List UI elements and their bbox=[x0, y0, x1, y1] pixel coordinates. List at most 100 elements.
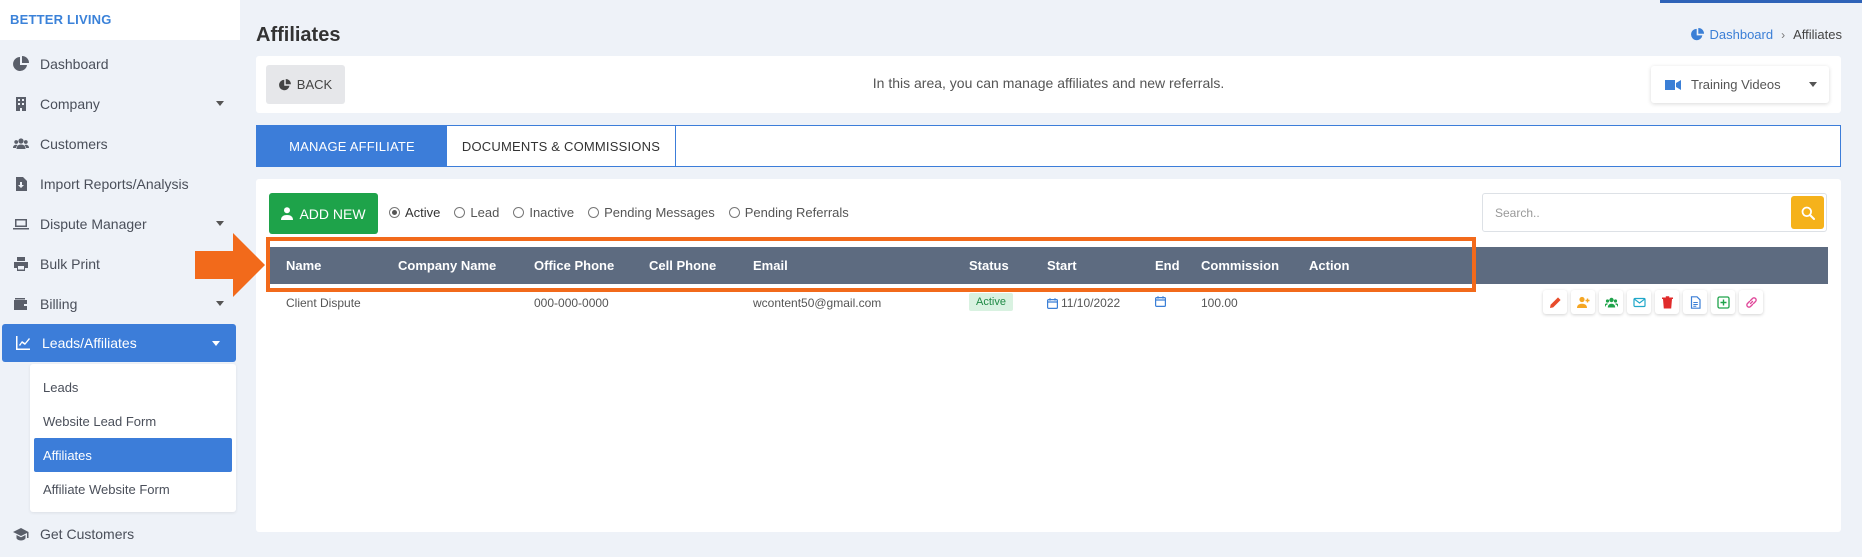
tab-bar: MANAGE AFFILIATE DOCUMENTS & COMMISSIONS bbox=[256, 125, 1841, 167]
sidebar-item-label: Import Reports/Analysis bbox=[40, 176, 189, 192]
breadcrumb-home-label: Dashboard bbox=[1709, 27, 1774, 42]
laptop-icon bbox=[12, 215, 30, 233]
filter-active-radio[interactable]: Active bbox=[389, 205, 440, 220]
radio-indicator bbox=[454, 207, 466, 218]
cell-commission: 100.00 bbox=[1201, 296, 1238, 310]
file-icon bbox=[1690, 295, 1701, 309]
edit-button[interactable] bbox=[1543, 290, 1567, 314]
users-icon bbox=[1604, 297, 1618, 307]
radio-indicator bbox=[513, 207, 525, 218]
training-videos-dropdown[interactable]: Training Videos bbox=[1651, 66, 1829, 103]
graduation-cap-icon bbox=[12, 525, 30, 543]
add-user-button[interactable] bbox=[1571, 290, 1595, 314]
search-input[interactable] bbox=[1483, 194, 1789, 231]
user-plus-icon bbox=[1576, 296, 1589, 308]
filter-inactive-radio[interactable]: Inactive bbox=[513, 205, 574, 220]
add-new-label: ADD NEW bbox=[299, 205, 366, 222]
filter-label: Inactive bbox=[529, 205, 575, 220]
row-actions bbox=[1543, 290, 1763, 314]
cell-office-phone: 000-000-0000 bbox=[534, 296, 609, 310]
sidebar-item-leads-affiliates[interactable]: Leads/Affiliates bbox=[2, 324, 236, 362]
breadcrumb-current: Affiliates bbox=[1793, 27, 1842, 42]
sidebar-item-company[interactable]: Company bbox=[0, 84, 240, 124]
calendar-icon bbox=[1155, 296, 1166, 307]
status-filter-group: Active Lead Inactive Pending Messages Pe… bbox=[389, 205, 849, 220]
sidebar-nav: Dashboard Company Customers Import Repor… bbox=[0, 40, 240, 554]
search-icon bbox=[1801, 206, 1815, 220]
filter-label: Active bbox=[405, 205, 441, 220]
page-title: Affiliates bbox=[256, 24, 341, 46]
search-button[interactable] bbox=[1791, 196, 1824, 229]
chevron-right-icon: › bbox=[1781, 27, 1786, 42]
file-import-icon bbox=[12, 175, 30, 193]
chevron-down-icon bbox=[216, 221, 224, 226]
pencil-icon bbox=[1549, 296, 1561, 308]
submenu-item-affiliates[interactable]: Affiliates bbox=[34, 438, 232, 472]
radio-indicator bbox=[389, 207, 400, 218]
top-accent-strip bbox=[1660, 0, 1862, 3]
chevron-down-icon bbox=[1809, 82, 1817, 87]
sidebar-item-label: Customers bbox=[40, 136, 108, 152]
tab-manage-affiliate[interactable]: MANAGE AFFILIATE bbox=[257, 126, 447, 166]
cell-name: Client Dispute bbox=[286, 296, 361, 310]
breadcrumb-dashboard-link[interactable]: Dashboard bbox=[1691, 27, 1773, 42]
sidebar-item-label: Company bbox=[40, 96, 100, 112]
building-icon bbox=[12, 95, 30, 113]
status-badge: Active bbox=[969, 293, 1013, 311]
plus-square-icon bbox=[1716, 295, 1730, 309]
link-button[interactable] bbox=[1739, 290, 1763, 314]
start-date: 11/10/2022 bbox=[1061, 296, 1121, 310]
add-button[interactable] bbox=[1711, 290, 1735, 314]
search-box bbox=[1482, 193, 1827, 232]
filter-label: Pending Referrals bbox=[744, 205, 849, 220]
info-bar: BACK In this area, you can manage affili… bbox=[256, 56, 1841, 113]
filter-pending-messages-radio[interactable]: Pending Messages bbox=[588, 205, 715, 220]
sidebar-item-label: Dispute Manager bbox=[40, 216, 147, 232]
breadcrumb: Dashboard › Affiliates bbox=[1691, 27, 1842, 42]
cell-start: 11/10/2022 bbox=[1047, 296, 1120, 310]
add-new-button[interactable]: ADD NEW bbox=[269, 193, 378, 234]
delete-button[interactable] bbox=[1655, 290, 1679, 314]
calendar-icon bbox=[1047, 297, 1058, 309]
video-camera-icon bbox=[1665, 79, 1681, 90]
trash-icon bbox=[1661, 295, 1673, 308]
annotation-arrow-icon bbox=[195, 233, 265, 297]
chevron-down-icon bbox=[216, 101, 224, 106]
sidebar-item-label: Get Customers bbox=[40, 526, 135, 542]
sidebar-item-dashboard[interactable]: Dashboard bbox=[0, 44, 240, 84]
filter-lead-radio[interactable]: Lead bbox=[454, 205, 499, 220]
training-videos-label: Training Videos bbox=[1691, 77, 1781, 92]
document-button[interactable] bbox=[1683, 290, 1707, 314]
sidebar-item-label: Bulk Print bbox=[40, 256, 100, 272]
user-icon bbox=[281, 207, 294, 220]
chart-line-icon bbox=[14, 334, 32, 352]
team-button[interactable] bbox=[1599, 290, 1623, 314]
radio-indicator bbox=[588, 207, 600, 218]
filter-pending-referrals-radio[interactable]: Pending Referrals bbox=[728, 205, 849, 220]
leads-affiliates-submenu: Leads Website Lead Form Affiliates Affil… bbox=[30, 364, 236, 512]
submenu-item-website-lead-form[interactable]: Website Lead Form bbox=[34, 404, 232, 438]
highlight-box bbox=[266, 237, 1476, 292]
filter-label: Lead bbox=[470, 205, 500, 220]
envelope-icon bbox=[1632, 297, 1646, 307]
affiliates-card: ADD NEW Active Lead Inactive Pending Mes… bbox=[256, 179, 1841, 532]
brand-logo-text[interactable]: BETTER LIVING bbox=[0, 0, 240, 40]
wallet-icon bbox=[12, 295, 30, 313]
chevron-down-icon bbox=[212, 341, 220, 346]
submenu-item-affiliate-website-form[interactable]: Affiliate Website Form bbox=[34, 472, 232, 506]
cell-end bbox=[1155, 296, 1169, 307]
sidebar-item-customers[interactable]: Customers bbox=[0, 124, 240, 164]
chevron-down-icon bbox=[216, 301, 224, 306]
tab-documents-commissions[interactable]: DOCUMENTS & COMMISSIONS bbox=[447, 126, 676, 166]
sidebar-item-label: Dashboard bbox=[40, 56, 109, 72]
printer-icon bbox=[12, 255, 30, 273]
pie-chart-icon bbox=[1691, 28, 1705, 41]
pie-chart-icon bbox=[12, 55, 30, 73]
email-button[interactable] bbox=[1627, 290, 1651, 314]
sidebar-item-import-reports[interactable]: Import Reports/Analysis bbox=[0, 164, 240, 204]
cell-email: wcontent50@gmail.com bbox=[753, 296, 882, 310]
sidebar-item-label: Billing bbox=[40, 296, 78, 312]
submenu-item-leads[interactable]: Leads bbox=[34, 370, 232, 404]
link-icon bbox=[1745, 296, 1757, 308]
sidebar-item-get-customers[interactable]: Get Customers bbox=[0, 514, 240, 554]
